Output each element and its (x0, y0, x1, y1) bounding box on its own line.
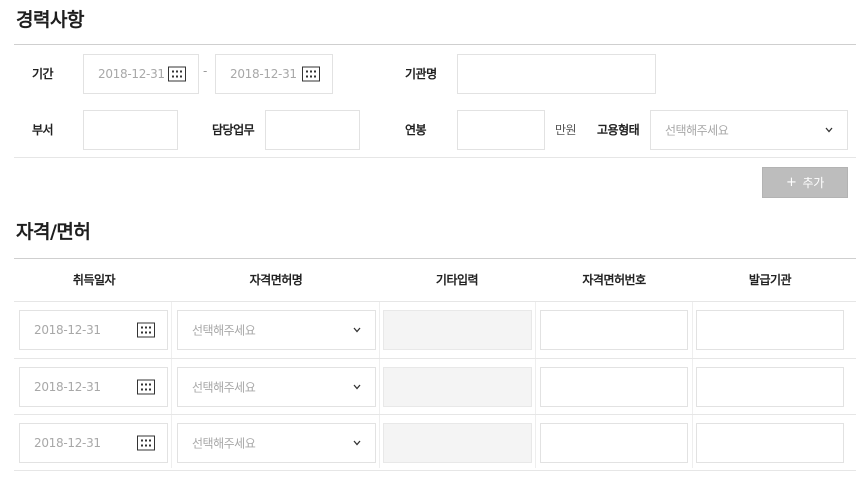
plus-icon: + (785, 175, 797, 190)
column-header-license-name: 자격면허명 (249, 273, 303, 287)
org-name-input[interactable] (457, 54, 656, 94)
other-input[interactable] (383, 367, 532, 407)
chevron-down-icon (353, 440, 361, 446)
column-header-date: 취득일자 (72, 273, 116, 287)
acquired-date-field[interactable]: 2018-12-31 (19, 310, 168, 350)
table-row-divider (14, 414, 856, 415)
issuer-input[interactable] (696, 367, 844, 407)
calendar-icon[interactable] (137, 379, 155, 395)
calendar-icon[interactable] (137, 322, 155, 338)
org-label: 기관명 (405, 67, 437, 81)
career-bottom-divider (14, 157, 856, 158)
acquired-date-value: 2018-12-31 (34, 323, 101, 337)
license-number-input[interactable] (540, 310, 688, 350)
career-top-divider (14, 44, 856, 45)
column-header-other: 기타입력 (435, 273, 479, 287)
license-top-divider (14, 258, 856, 259)
add-career-button[interactable]: + 추가 (762, 167, 848, 198)
issuer-input[interactable] (696, 423, 844, 463)
license-number-input[interactable] (540, 423, 688, 463)
add-button-label: 추가 (802, 176, 825, 190)
employment-type-select[interactable]: 선택해주세요 (650, 110, 848, 150)
license-name-select[interactable]: 선택해주세요 (177, 310, 376, 350)
dept-input[interactable] (83, 110, 178, 150)
other-input[interactable] (383, 423, 532, 463)
column-divider (379, 302, 380, 468)
calendar-icon[interactable] (137, 435, 155, 451)
salary-unit: 만원 (555, 123, 577, 137)
duty-input[interactable] (265, 110, 360, 150)
license-name-placeholder: 선택해주세요 (192, 323, 256, 338)
period-end-field[interactable]: 2018-12-31 (215, 54, 333, 94)
table-row-divider (14, 358, 856, 359)
period-separator: - (203, 64, 208, 78)
chevron-down-icon (825, 127, 833, 133)
career-section-title: 경력사항 (16, 9, 84, 31)
license-name-select[interactable]: 선택해주세요 (177, 367, 376, 407)
license-name-placeholder: 선택해주세요 (192, 380, 256, 395)
license-name-placeholder: 선택해주세요 (192, 436, 256, 451)
salary-label: 연봉 (405, 123, 427, 137)
column-divider (692, 302, 693, 468)
chevron-down-icon (353, 327, 361, 333)
issuer-input[interactable] (696, 310, 844, 350)
period-label: 기간 (32, 67, 54, 81)
calendar-icon[interactable] (168, 66, 186, 82)
employment-label: 고용형태 (597, 123, 640, 137)
acquired-date-field[interactable]: 2018-12-31 (19, 367, 168, 407)
column-header-license-number: 자격면허번호 (582, 273, 646, 287)
column-divider (535, 302, 536, 468)
table-bottom-divider (14, 470, 856, 471)
dept-label: 부서 (32, 123, 54, 137)
salary-input[interactable] (457, 110, 545, 150)
employment-type-placeholder: 선택해주세요 (665, 123, 729, 138)
duty-label: 담당업무 (212, 123, 255, 137)
period-end-value: 2018-12-31 (230, 67, 297, 81)
acquired-date-value: 2018-12-31 (34, 436, 101, 450)
license-name-select[interactable]: 선택해주세요 (177, 423, 376, 463)
period-start-value: 2018-12-31 (98, 67, 165, 81)
license-number-input[interactable] (540, 367, 688, 407)
license-header-divider (14, 301, 856, 302)
calendar-icon[interactable] (302, 66, 320, 82)
other-input[interactable] (383, 310, 532, 350)
acquired-date-field[interactable]: 2018-12-31 (19, 423, 168, 463)
license-section-title: 자격/면허 (16, 221, 91, 243)
column-divider (171, 302, 172, 468)
period-start-field[interactable]: 2018-12-31 (83, 54, 199, 94)
column-header-issuer: 발급기관 (748, 273, 792, 287)
chevron-down-icon (353, 384, 361, 390)
acquired-date-value: 2018-12-31 (34, 380, 101, 394)
